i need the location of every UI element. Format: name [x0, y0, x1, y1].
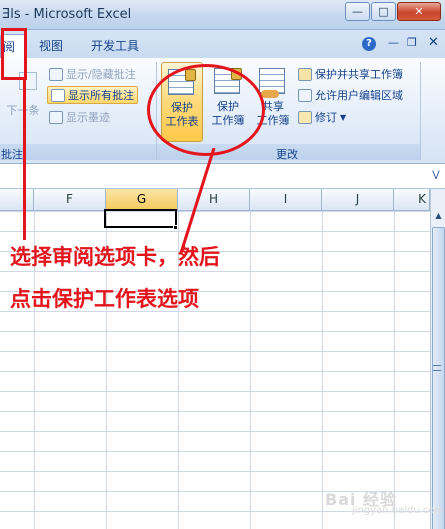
comments-group-label: 批注 [1, 148, 23, 161]
tab-view[interactable]: 视图 [39, 37, 63, 54]
protect-share-icon [298, 67, 312, 81]
scrollbar-grip-icon [433, 365, 441, 371]
expand-formula-bar-icon[interactable]: ⋁ [430, 170, 442, 183]
column-header-k[interactable]: K [394, 189, 430, 210]
show-all-comments-button[interactable]: 显示所有批注 [47, 86, 138, 104]
minimize-icon: — [352, 5, 363, 18]
column-header-i[interactable]: I [250, 189, 322, 210]
column-headers: F G H I J K [0, 189, 445, 211]
ribbon-restore-icon[interactable]: ❐ [407, 36, 417, 49]
tab-developer[interactable]: 开发工具 [91, 37, 139, 54]
annotation-text: 选择审阅选项卡，然后 点击保护工作表选项 [10, 236, 220, 320]
allow-edit-label: 允许用户编辑区域 [315, 89, 403, 102]
protect-share-workbook-button[interactable]: 保护并共享工作簿 [298, 65, 403, 83]
ink-icon [49, 110, 63, 124]
changes-group-label: 更改 [276, 148, 298, 161]
close-icon: ✕ [414, 5, 424, 18]
minimize-button[interactable]: — [345, 2, 370, 21]
title-bar: Ǝls - Microsoft Excel — □ ✕ [0, 0, 445, 30]
annotation-line-1: 选择审阅选项卡，然后 [10, 245, 220, 269]
ribbon-close-icon[interactable]: ✕ [428, 35, 439, 50]
formula-bar[interactable]: ⋁ [0, 165, 445, 189]
column-header-j[interactable]: J [322, 189, 394, 210]
comment-icon [49, 67, 63, 81]
maximize-button[interactable]: □ [371, 2, 396, 21]
column-header-g[interactable]: G [106, 189, 178, 210]
annotation-line-2: 点击保护工作表选项 [10, 287, 199, 311]
show-all-comments-label: 显示所有批注 [68, 89, 134, 102]
group-separator [420, 62, 421, 160]
ribbon-tab-row: 阅 视图 开发工具 [0, 30, 445, 58]
active-cell-g1[interactable] [104, 209, 177, 228]
protect-share-label: 保护并共享工作簿 [315, 68, 403, 81]
show-ink-label: 显示墨迹 [66, 111, 110, 124]
scrollbar-thumb[interactable] [432, 227, 445, 529]
allow-users-edit-ranges-button[interactable]: 允许用户编辑区域 [298, 86, 403, 104]
share-hand-icon [261, 90, 279, 98]
dropdown-arrow-icon: ▼ [340, 112, 347, 122]
help-icon[interactable]: ? [362, 37, 376, 51]
edit-ranges-icon [298, 88, 312, 102]
track-changes-icon [298, 110, 312, 124]
column-header-f[interactable]: F [34, 189, 106, 210]
show-hide-comment-button[interactable]: 显示/隐藏批注 [49, 65, 136, 83]
show-ink-button[interactable]: 显示墨迹 [49, 108, 110, 126]
maximize-icon: □ [378, 5, 389, 18]
comments-icon [51, 88, 65, 102]
ribbon-minimize-icon[interactable]: — [388, 36, 399, 49]
track-changes-label: 修订 [315, 111, 337, 124]
annotation-connector-line [23, 80, 36, 240]
vertical-scrollbar[interactable]: ▲ [430, 189, 445, 529]
track-changes-button[interactable]: 修订 ▼ [298, 108, 346, 126]
share-workbook-icon [259, 68, 287, 98]
annotation-highlight-ellipse [147, 64, 265, 156]
baidu-watermark-url: jingyan.baidu.com [352, 505, 445, 516]
annotation-highlight-rect [1, 28, 27, 80]
close-button[interactable]: ✕ [397, 2, 441, 21]
scroll-up-icon[interactable]: ▲ [432, 211, 445, 225]
show-hide-comment-label: 显示/隐藏批注 [66, 68, 136, 81]
window-title: Ǝls - Microsoft Excel [2, 7, 132, 22]
